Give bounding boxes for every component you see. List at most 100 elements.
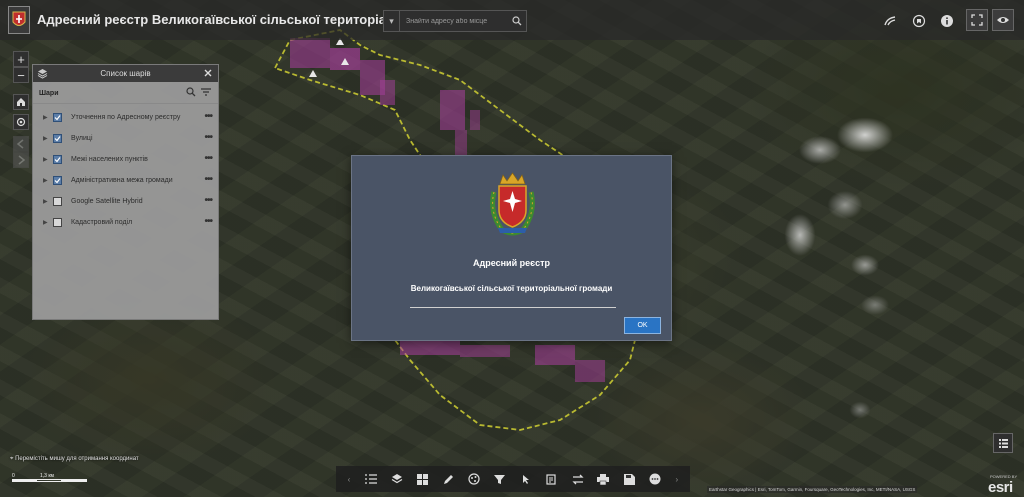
toolbar-next-button[interactable]: ›	[672, 470, 682, 488]
basemap-gallery-icon	[416, 473, 428, 485]
crosshair-icon: ⌖	[10, 456, 14, 462]
panel-subheader: Шари	[33, 82, 218, 104]
expand-arrow-icon[interactable]: ▶	[43, 219, 48, 226]
search-box: ▾	[383, 10, 527, 32]
layer-item[interactable]: ▶ Кадастровий поділ •••	[33, 213, 220, 234]
list-button[interactable]	[362, 470, 380, 488]
filter-icon	[494, 474, 506, 484]
layers-icon	[391, 474, 402, 484]
base-map-button[interactable]	[881, 12, 899, 30]
basemap-gallery-button[interactable]	[413, 470, 431, 488]
next-extent-button[interactable]	[13, 152, 29, 168]
layer-item[interactable]: ▶ Уточнення по Адресному реєстру •••	[33, 108, 220, 129]
zoom-out-button[interactable]: −	[13, 67, 29, 83]
layer-checkbox[interactable]	[53, 113, 62, 122]
filter-button[interactable]	[491, 470, 509, 488]
panel-tools	[186, 87, 212, 97]
layer-options-button[interactable]: •••	[204, 216, 212, 227]
coat-of-arms-emblem	[490, 172, 535, 236]
check-icon	[54, 157, 61, 163]
toolbar-prev-button[interactable]: ‹	[344, 470, 354, 488]
base-map-icon	[884, 16, 896, 26]
fullscreen-button[interactable]	[966, 9, 988, 31]
legend-button[interactable]	[993, 433, 1013, 453]
info-button[interactable]	[938, 12, 956, 30]
layer-options-button[interactable]: •••	[204, 132, 212, 143]
dialog-title: Адресний реєстр	[473, 258, 550, 268]
edit-button[interactable]	[543, 470, 561, 488]
bookmark-icon	[912, 14, 926, 28]
layer-item[interactable]: ▶ Вулиці •••	[33, 129, 220, 150]
print-icon	[597, 473, 610, 485]
dialog-subtitle: Великогаївської сільської територіальної…	[410, 284, 613, 293]
layers-heading: Шари	[39, 90, 59, 97]
draw-icon	[443, 474, 453, 484]
select-icon	[523, 474, 530, 484]
ok-button[interactable]: OK	[624, 317, 661, 334]
layer-checkbox[interactable]	[53, 134, 62, 143]
save-button[interactable]	[620, 470, 638, 488]
esri-logo[interactable]: esri	[988, 479, 1013, 496]
dialog-divider	[410, 307, 616, 308]
panel-close-button[interactable]	[202, 67, 214, 79]
layer-checkbox[interactable]	[53, 197, 62, 206]
previous-extent-button[interactable]	[13, 136, 29, 152]
swipe-button[interactable]	[569, 470, 587, 488]
print-button[interactable]	[594, 470, 612, 488]
layer-checkbox[interactable]	[53, 176, 62, 185]
coordinate-hint-text: Перемістіть мишу для отримання координат	[15, 456, 139, 462]
layer-checkbox[interactable]	[53, 218, 62, 227]
locate-button[interactable]	[13, 114, 29, 130]
scale-bar-graphic	[12, 479, 87, 482]
expand-arrow-icon[interactable]: ▶	[43, 114, 48, 121]
check-icon	[54, 115, 61, 121]
search-source-dropdown[interactable]: ▾	[384, 11, 400, 31]
more-icon	[649, 473, 661, 485]
home-icon	[17, 98, 25, 106]
search-button[interactable]	[508, 11, 526, 31]
panel-header: Список шарів	[33, 65, 218, 82]
more-button[interactable]	[646, 470, 664, 488]
swipe-icon	[571, 474, 584, 484]
visibility-icon	[997, 17, 1009, 23]
save-icon	[623, 473, 635, 485]
search-input[interactable]	[400, 17, 508, 25]
layer-options-button[interactable]: •••	[204, 111, 212, 122]
layer-item[interactable]: ▶ Межі населених пунктів •••	[33, 150, 220, 171]
layers-button[interactable]	[388, 470, 406, 488]
edit-icon	[546, 473, 556, 485]
fullscreen-icon	[971, 14, 983, 26]
locate-icon	[16, 117, 26, 127]
arrow-right-icon	[18, 155, 26, 165]
widget-toolbar: ‹ ›	[336, 466, 690, 492]
expand-arrow-icon[interactable]: ▶	[43, 177, 48, 184]
app-header: Адресний реєстр Великогаївської сільсько…	[0, 0, 1024, 40]
bookmark-button[interactable]	[910, 12, 928, 30]
search-icon[interactable]	[186, 87, 196, 97]
layer-item[interactable]: ▶ Адміністративна межа громади •••	[33, 171, 220, 192]
map-attribution: Earthstar Geographics | Esri, TomTom, Ga…	[707, 486, 918, 493]
layer-options-button[interactable]: •••	[204, 153, 212, 164]
layer-item[interactable]: ▶ Google Satellite Hybrid •••	[33, 192, 220, 213]
app-logo	[8, 6, 30, 34]
check-icon	[54, 178, 61, 184]
layer-options-button[interactable]: •••	[204, 174, 212, 185]
home-button[interactable]	[13, 94, 29, 110]
expand-arrow-icon[interactable]: ▶	[43, 198, 48, 205]
layer-options-button[interactable]: •••	[204, 195, 212, 206]
layer-label: Межі населених пунктів	[71, 156, 148, 163]
layer-label: Google Satellite Hybrid	[71, 198, 143, 205]
analysis-button[interactable]	[465, 470, 483, 488]
expand-arrow-icon[interactable]: ▶	[43, 156, 48, 163]
draw-button[interactable]	[439, 470, 457, 488]
zoom-in-button[interactable]: +	[13, 51, 29, 67]
layer-checkbox[interactable]	[53, 155, 62, 164]
select-button[interactable]	[517, 470, 535, 488]
layer-label: Адміністративна межа громади	[71, 177, 173, 184]
visibility-button[interactable]	[992, 9, 1014, 31]
expand-arrow-icon[interactable]: ▶	[43, 135, 48, 142]
filter-list-icon[interactable]	[200, 87, 212, 97]
search-icon	[512, 16, 522, 26]
arrow-left-icon	[16, 139, 24, 149]
panel-title: Список шарів	[100, 69, 151, 78]
